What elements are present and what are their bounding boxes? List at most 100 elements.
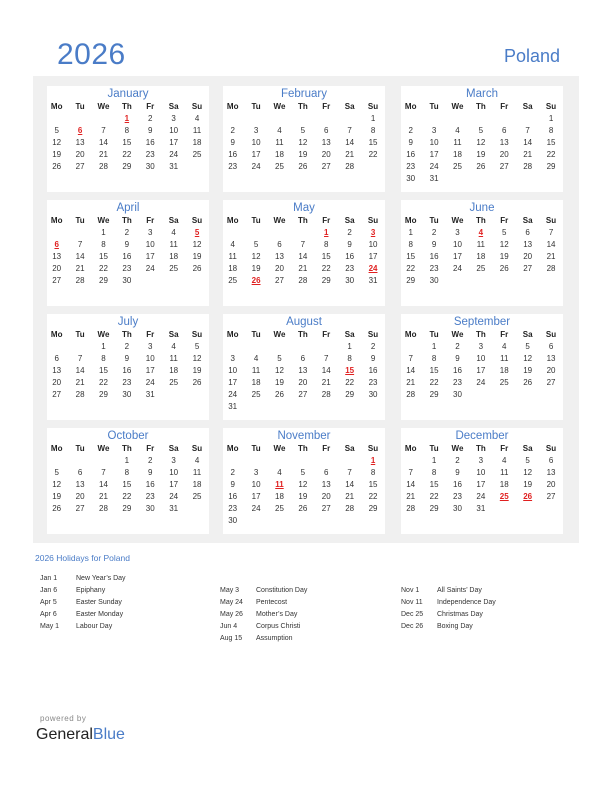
- day-cell: 2: [455, 456, 460, 465]
- day-cell: 30: [406, 174, 416, 183]
- day-cell: 1: [431, 456, 437, 465]
- day-cell: 19: [251, 264, 261, 273]
- holiday-day-cell: 4: [478, 228, 484, 237]
- holidays-title: 2026 Holidays for Poland: [35, 553, 130, 563]
- empty-cell: [291, 455, 314, 467]
- holiday-name: Labour Day: [76, 623, 113, 630]
- weekday-header: Tu: [75, 216, 85, 225]
- day-cell: 30: [368, 390, 378, 399]
- day-cell: 17: [169, 138, 179, 147]
- day-cell: 10: [169, 468, 179, 477]
- day-cell: 2: [124, 342, 130, 351]
- empty-cell: [315, 113, 338, 125]
- day-cell: 19: [499, 252, 509, 261]
- day-cell: 13: [523, 240, 533, 249]
- day-cell: 4: [171, 342, 176, 351]
- holiday-date: Jan 6: [40, 587, 58, 594]
- day-cell: 24: [228, 390, 238, 399]
- month-april: April Mo Tu We Th Fr Sa Su 1 2 3 4 5 6 7 8 9 10 11 12 13 14 15…: [47, 200, 209, 306]
- day-cell: 22: [546, 150, 556, 159]
- day-cell: 29: [368, 504, 378, 513]
- day-cell: 3: [253, 126, 259, 135]
- day-cell: 24: [251, 504, 261, 513]
- month-name: November: [277, 430, 331, 442]
- year-title: 2026: [57, 38, 126, 71]
- weekday-header: Fr: [322, 330, 331, 339]
- day-cell: 29: [429, 390, 439, 399]
- day-cell: 29: [99, 276, 108, 285]
- day-cell: 4: [455, 126, 460, 135]
- day-cell: 9: [124, 240, 130, 249]
- country-title: Poland: [503, 46, 560, 66]
- day-cell: 18: [499, 366, 509, 375]
- day-cell: 6: [277, 240, 282, 249]
- day-cell: 7: [324, 354, 329, 363]
- weekday-header: Mo: [226, 330, 239, 339]
- brand-logo[interactable]: GeneralBlue: [36, 726, 125, 744]
- day-cell: 9: [230, 138, 235, 147]
- holiday-name: Constitution Day: [256, 587, 308, 594]
- holiday-item: May 1 Labour Day: [40, 621, 126, 633]
- day-cell: 31: [476, 504, 486, 513]
- day-cell: 28: [546, 264, 556, 273]
- month-grid: Mo Tu We Th Fr Sa Su 1 2 3 4 5 6 7 8 9 10 11 12 13 14 15 16 17 1…: [221, 215, 385, 287]
- day-cell: 10: [169, 126, 179, 135]
- weekday-header: Tu: [429, 330, 439, 339]
- weekday-header: Th: [121, 102, 132, 111]
- day-cell: 25: [169, 378, 179, 387]
- weekday-header: Tu: [251, 444, 261, 453]
- day-cell: 10: [228, 366, 238, 375]
- weekday-header: Sa: [168, 216, 179, 225]
- day-cell: 13: [52, 366, 62, 375]
- weekday-header: Th: [475, 216, 486, 225]
- holiday-name: Assumption: [256, 635, 293, 642]
- holiday-item: Nov 11 Independence Day: [401, 597, 496, 609]
- day-cell: 4: [194, 456, 200, 465]
- holiday-list-column: Nov 1 All Saints’ Day Nov 11 Independence D…: [401, 585, 496, 633]
- day-cell: 29: [122, 162, 132, 171]
- weekday-header: Su: [191, 444, 203, 453]
- day-cell: 1: [431, 342, 437, 351]
- day-cell: 10: [476, 354, 486, 363]
- day-cell: 2: [408, 126, 413, 135]
- month-grid: Mo Tu We Th Fr Sa Su 1 2 3 4 5 6 7 8 9 10 11 12 13 14 15 16 17 1…: [221, 443, 385, 527]
- day-cell: 21: [523, 150, 533, 159]
- day-cell: 18: [499, 480, 509, 489]
- day-cell: 26: [298, 504, 308, 513]
- month-name: September: [453, 316, 511, 328]
- day-cell: 27: [75, 162, 85, 171]
- day-cell: 8: [347, 354, 352, 363]
- weekday-header: Th: [297, 102, 308, 111]
- weekday-header: Tu: [251, 216, 261, 225]
- month-september: September Mo Tu We Th Fr Sa Su 1 2 3 4 5 6 7 8 9 10 11 12 13…: [401, 314, 563, 420]
- day-cell: 28: [345, 162, 355, 171]
- day-cell: 27: [499, 162, 509, 171]
- day-cell: 22: [99, 378, 108, 387]
- weekday-header: Sa: [344, 102, 355, 111]
- empty-cell: [268, 341, 291, 353]
- day-cell: 2: [431, 228, 437, 237]
- day-cell: 24: [145, 264, 155, 273]
- day-cell: 6: [502, 126, 507, 135]
- holiday-item: May 24 Pentecost: [220, 597, 307, 609]
- day-cell: 2: [370, 342, 376, 351]
- day-cell: 3: [148, 342, 153, 351]
- holiday-name: Epiphany: [76, 587, 106, 594]
- day-cell: 10: [368, 240, 378, 249]
- weekday-header: Th: [297, 444, 308, 453]
- day-cell: 9: [148, 126, 153, 135]
- day-cell: 15: [368, 480, 378, 489]
- day-cell: 14: [523, 138, 533, 147]
- month-name: July: [117, 316, 139, 328]
- day-cell: 27: [298, 390, 308, 399]
- weekday-header: Sa: [344, 216, 355, 225]
- day-cell: 20: [75, 150, 85, 159]
- day-cell: 25: [275, 162, 284, 171]
- holiday-name: Independence Day: [437, 599, 496, 606]
- day-cell: 27: [52, 276, 62, 285]
- day-cell: 11: [192, 468, 202, 477]
- holiday-date: Nov 1: [401, 587, 420, 594]
- day-cell: 4: [230, 240, 235, 249]
- day-cell: 24: [476, 492, 486, 501]
- empty-cell: [422, 113, 445, 125]
